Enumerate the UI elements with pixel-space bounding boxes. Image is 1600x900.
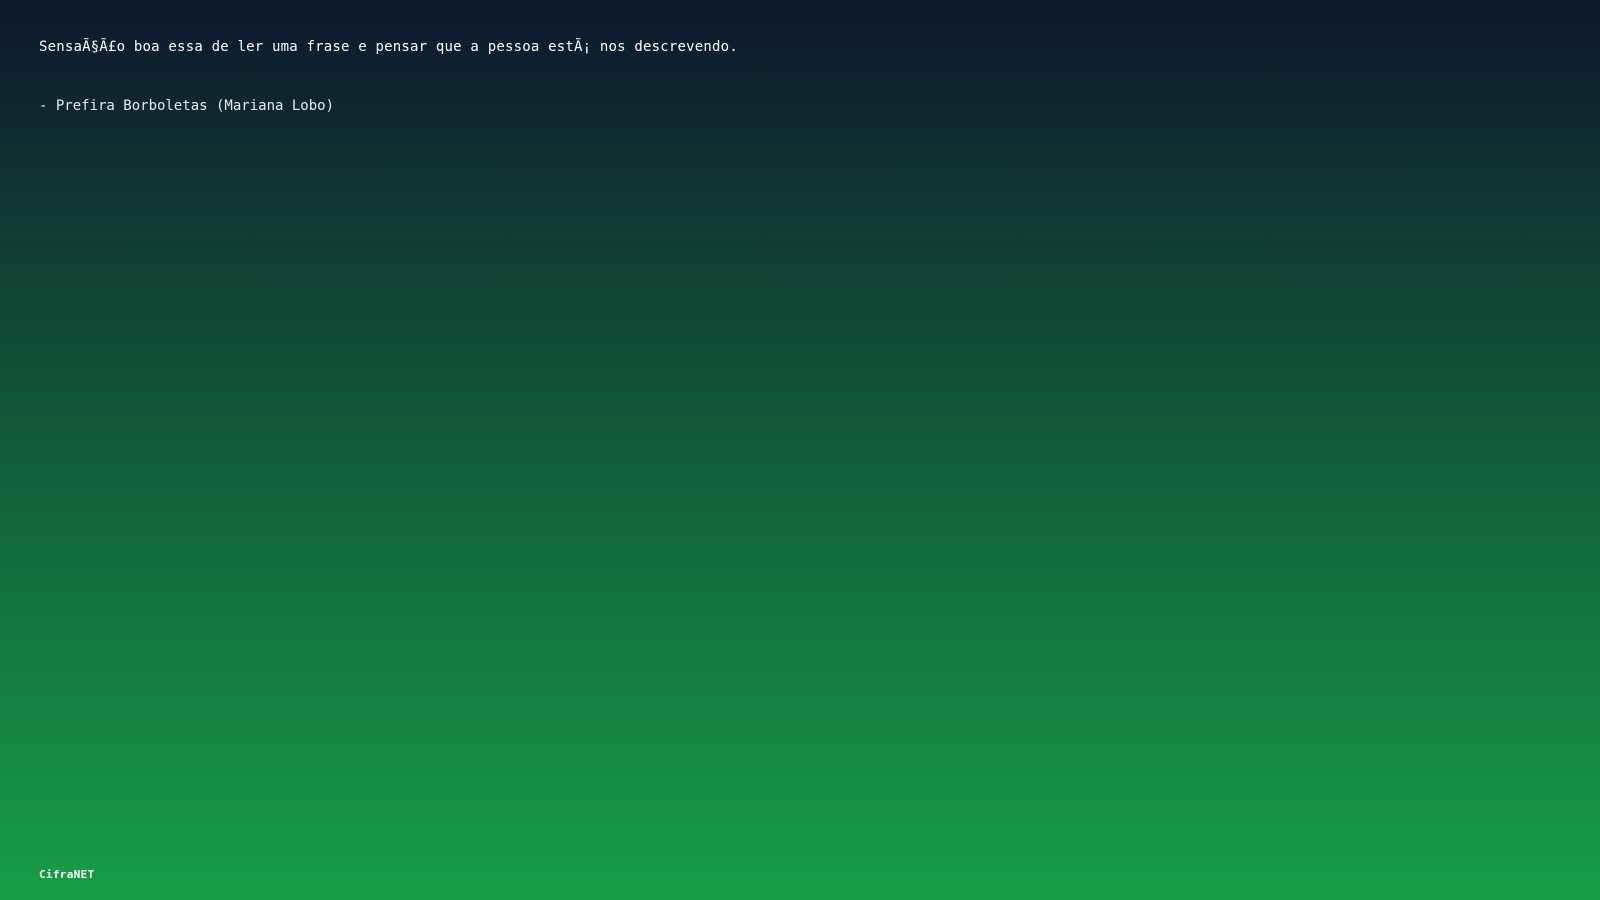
quote-text: SensaÃ§Ã£o boa essa de ler uma frase e p…: [39, 39, 738, 55]
page: { "quote": { "text": "SensaÃ§Ã£o boa ess…: [0, 0, 1600, 900]
quote-author: - Prefira Borboletas (Mariana Lobo): [39, 98, 335, 114]
quote-card: SensaÃ§Ã£o boa essa de ler uma frase e p…: [39, 36, 1539, 117]
brand-label: CifraNET: [39, 868, 95, 881]
